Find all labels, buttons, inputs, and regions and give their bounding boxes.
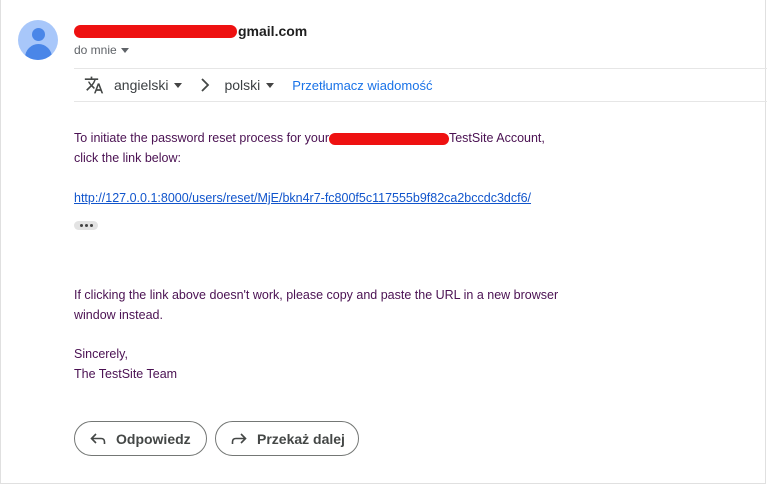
forward-icon	[230, 430, 248, 448]
recipient-details-toggle[interactable]: do mnie	[74, 43, 129, 57]
forward-button[interactable]: Przekaż dalej	[215, 421, 359, 456]
message-signature: Sincerely, The TestSite Team	[74, 344, 177, 384]
reply-label: Odpowiedz	[116, 430, 191, 447]
intro-text-line2: click the link below:	[74, 151, 181, 165]
target-language-select[interactable]: polski	[224, 77, 275, 93]
message-intro: To initiate the password reset process f…	[74, 128, 634, 168]
sender-avatar-icon[interactable]	[18, 20, 58, 60]
email-view: gmail.com do mnie angielski polski Przet…	[0, 0, 767, 484]
reply-icon	[89, 430, 107, 448]
password-reset-link[interactable]: http://127.0.0.1:8000/users/reset/MjE/bk…	[74, 188, 531, 208]
signature-text: The TestSite Team	[74, 367, 178, 381]
redaction-mark	[328, 132, 449, 145]
show-trimmed-content-button[interactable]	[74, 221, 98, 230]
avatar-head	[32, 28, 45, 41]
chevron-right-icon	[200, 78, 210, 92]
fallback-instructions: If clicking the link above doesn't work,…	[74, 288, 559, 322]
more-dots-icon	[84, 224, 88, 227]
chevron-down-icon	[266, 82, 275, 88]
forward-label: Przekaż dalej	[257, 430, 345, 447]
sender-email[interactable]: gmail.com	[74, 23, 307, 39]
more-dots-icon	[79, 224, 83, 227]
intro-text-start: To initiate the password reset process f…	[74, 131, 329, 145]
translate-message-link[interactable]: Przetłumacz wiadomość	[292, 78, 432, 93]
sender-email-suffix: gmail.com	[238, 23, 308, 39]
intro-text-end: TestSite Account,	[448, 131, 545, 145]
source-language-label: angielski	[114, 77, 169, 93]
target-language-label: polski	[224, 77, 261, 93]
closing-text: Sincerely,	[74, 347, 128, 361]
chevron-down-icon	[174, 82, 183, 88]
translate-bar: angielski polski Przetłumacz wiadomość	[74, 68, 767, 102]
avatar-body	[25, 44, 52, 60]
redaction-mark	[74, 24, 237, 38]
more-dots-icon	[89, 224, 93, 227]
chevron-down-icon	[120, 47, 129, 53]
source-language-select[interactable]: angielski	[114, 77, 183, 93]
recipient-label: do mnie	[74, 43, 117, 57]
reply-button[interactable]: Odpowiedz	[74, 421, 207, 456]
translate-icon	[84, 75, 104, 95]
